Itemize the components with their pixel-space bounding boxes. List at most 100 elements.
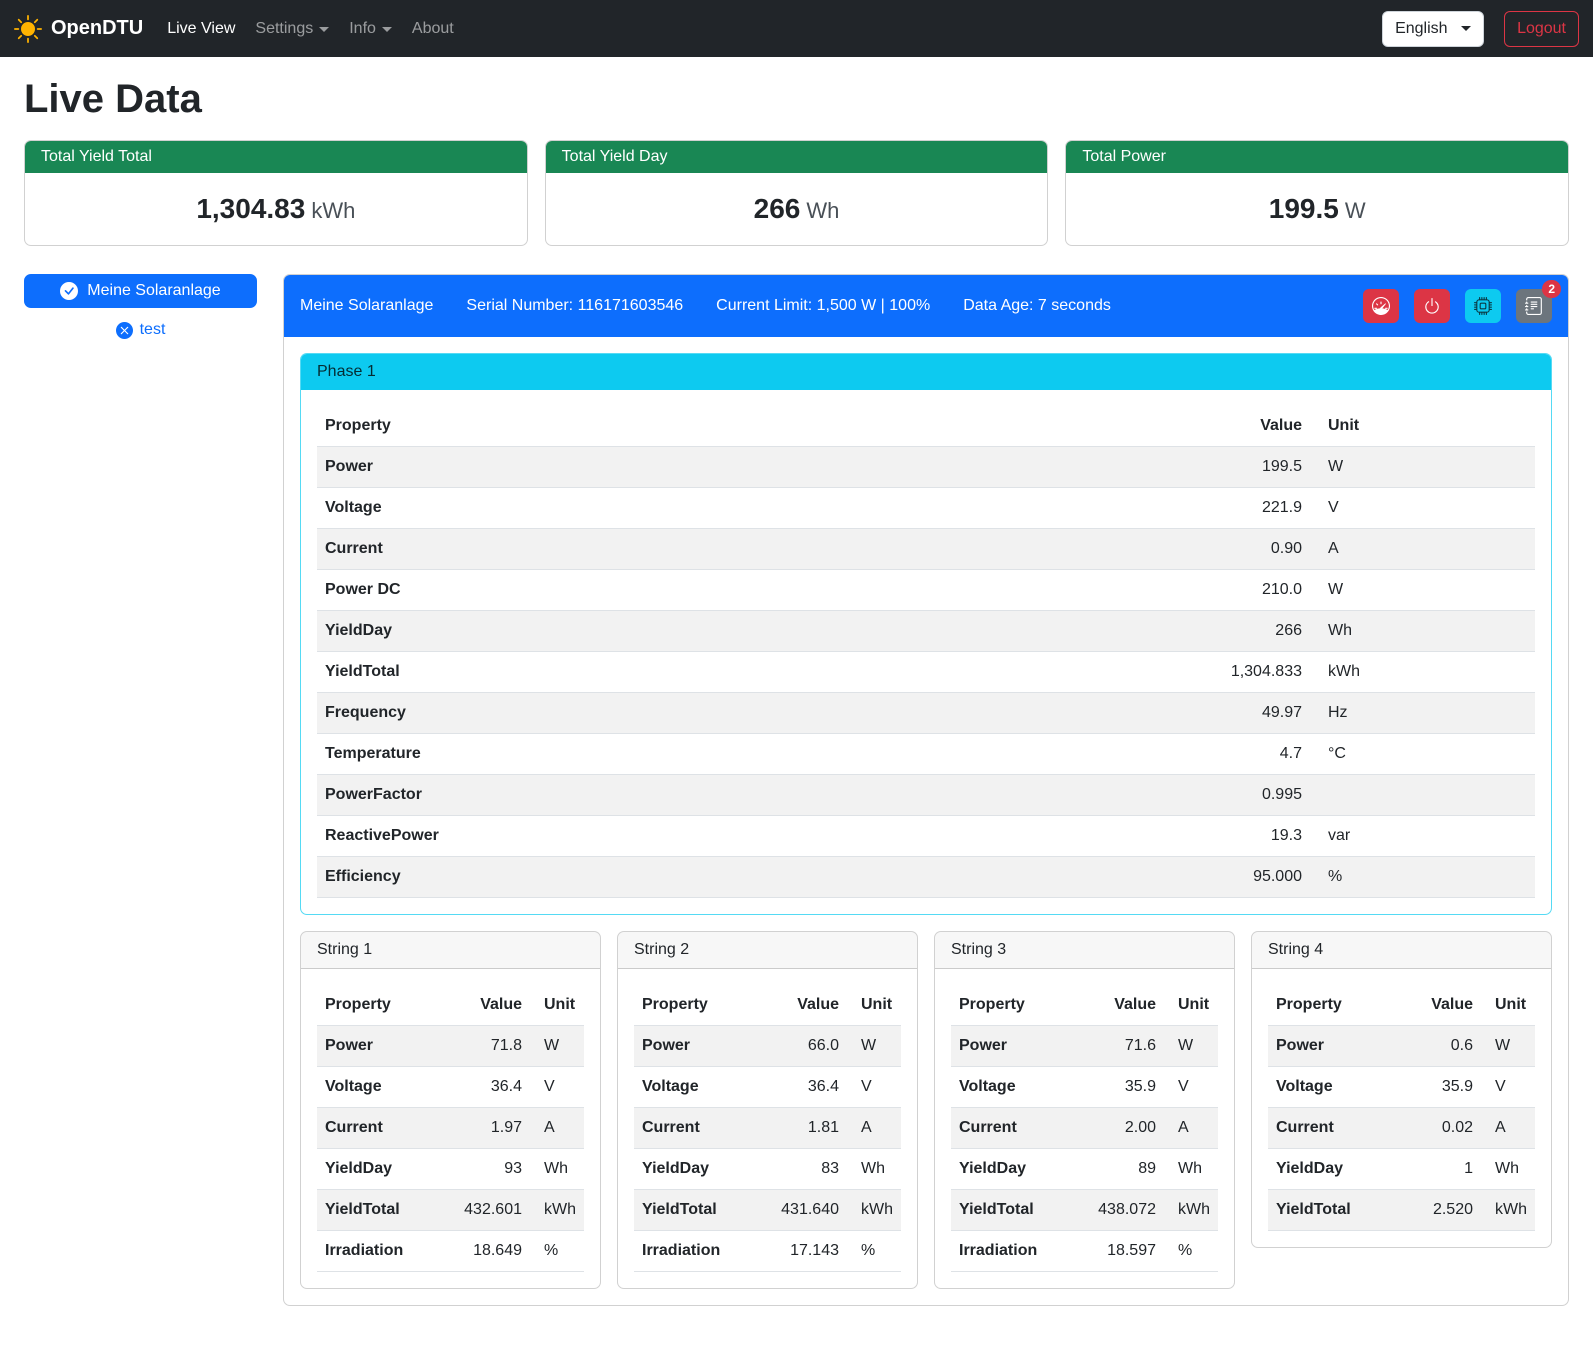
string-4-card: String 4 Property Value Unit (1251, 931, 1552, 1248)
card-value: 199.5 (1269, 193, 1339, 224)
nav-live-view[interactable]: Live View (157, 12, 245, 46)
brand-label: OpenDTU (51, 17, 143, 40)
property-value: 35.9 (1407, 1067, 1481, 1108)
property-label: Voltage (317, 488, 1180, 529)
table-row: YieldDay 266 Wh (317, 611, 1535, 652)
phase-1-card: Phase 1 Property Value Unit (300, 353, 1552, 915)
column-header-property: Property (951, 985, 1090, 1026)
card-unit: W (1345, 198, 1366, 223)
property-unit: W (1310, 570, 1535, 611)
property-unit: V (1481, 1067, 1535, 1108)
chevron-down-icon (319, 27, 329, 32)
property-unit: A (1481, 1108, 1535, 1149)
property-label: Voltage (951, 1067, 1090, 1108)
strings-row: String 1 Property Value Unit (300, 931, 1552, 1289)
event-log-button[interactable]: 2 (1516, 289, 1552, 323)
property-unit: kWh (1164, 1190, 1218, 1231)
string-title: String 2 (618, 932, 917, 969)
property-unit: W (530, 1026, 584, 1067)
nav-info[interactable]: Info (339, 12, 402, 46)
card-title: Total Power (1066, 141, 1568, 173)
property-label: YieldDay (634, 1149, 773, 1190)
device-info-button[interactable] (1465, 289, 1501, 323)
inverter-item-test[interactable]: test (24, 321, 257, 339)
property-value: 1.81 (773, 1108, 847, 1149)
column-header-value: Value (1090, 985, 1164, 1026)
string-table: Property Value Unit Power 0.6 W (1268, 985, 1535, 1231)
property-value: 66.0 (773, 1026, 847, 1067)
property-value: 432.601 (456, 1190, 530, 1231)
property-value: 19.3 (1180, 816, 1310, 857)
table-row: Temperature 4.7 °C (317, 734, 1535, 775)
card-title: Total Yield Total (25, 141, 527, 173)
property-label: Current (1268, 1108, 1407, 1149)
table-row: YieldDay 89 Wh (951, 1149, 1218, 1190)
table-row: Current 1.81 A (634, 1108, 901, 1149)
property-unit: kWh (1481, 1190, 1535, 1231)
inverter-sidebar: Meine Solaranlage test (24, 274, 257, 339)
check-circle-icon (60, 282, 78, 300)
string-3-card: String 3 Property Value Unit (934, 931, 1235, 1289)
property-value: 1.97 (456, 1108, 530, 1149)
power-settings-button[interactable] (1414, 289, 1450, 323)
property-unit: % (530, 1231, 584, 1272)
table-row: Irradiation 17.143 % (634, 1231, 901, 1272)
property-value: 71.6 (1090, 1026, 1164, 1067)
page-container: Live Data Total Yield Total 1,304.83kWh … (0, 77, 1593, 1326)
journal-icon (1525, 297, 1543, 315)
property-unit: W (847, 1026, 901, 1067)
property-label: Power (317, 1026, 456, 1067)
property-label: Power (634, 1026, 773, 1067)
logout-button[interactable]: Logout (1504, 11, 1579, 47)
table-row: Frequency 49.97 Hz (317, 693, 1535, 734)
property-value: 95.000 (1180, 857, 1310, 898)
column-header-property: Property (317, 985, 456, 1026)
table-row: PowerFactor 0.995 (317, 775, 1535, 816)
property-unit: V (847, 1067, 901, 1108)
nav-about[interactable]: About (402, 12, 464, 46)
column-header-property: Property (634, 985, 773, 1026)
property-value: 2.00 (1090, 1108, 1164, 1149)
table-row: Current 1.97 A (317, 1108, 584, 1149)
language-select[interactable]: English (1382, 11, 1484, 47)
property-value: 36.4 (456, 1067, 530, 1108)
property-label: YieldDay (1268, 1149, 1407, 1190)
limit-settings-button[interactable] (1363, 289, 1399, 323)
power-icon (1423, 297, 1441, 315)
string-2-card: String 2 Property Value Unit (617, 931, 918, 1289)
string-table: Property Value Unit Power 66.0 W (634, 985, 901, 1272)
table-row: ReactivePower 19.3 var (317, 816, 1535, 857)
property-value: 0.02 (1407, 1108, 1481, 1149)
table-row: Voltage 36.4 V (317, 1067, 584, 1108)
navbar: OpenDTU Live View Settings Info About En… (0, 0, 1593, 57)
table-row: Voltage 36.4 V (634, 1067, 901, 1108)
property-unit: var (1310, 816, 1535, 857)
property-label: YieldTotal (634, 1190, 773, 1231)
property-label: YieldTotal (317, 1190, 456, 1231)
phase-title: Phase 1 (301, 354, 1551, 390)
table-row: Power 199.5 W (317, 447, 1535, 488)
property-value: 199.5 (1180, 447, 1310, 488)
nav-settings[interactable]: Settings (245, 12, 339, 46)
property-value: 83 (773, 1149, 847, 1190)
x-circle-icon (116, 322, 133, 339)
column-header-property: Property (317, 406, 1180, 447)
table-row: Irradiation 18.649 % (317, 1231, 584, 1272)
card-value: 1,304.83 (196, 193, 305, 224)
property-value: 0.90 (1180, 529, 1310, 570)
brand[interactable]: OpenDTU (14, 15, 143, 43)
gauge-icon (1372, 297, 1390, 315)
language-selected-value: English (1395, 20, 1447, 38)
inverter-selected-button[interactable]: Meine Solaranlage (24, 274, 257, 308)
property-unit: A (530, 1108, 584, 1149)
property-unit: kWh (1310, 652, 1535, 693)
table-row: Power 66.0 W (634, 1026, 901, 1067)
property-value: 18.597 (1090, 1231, 1164, 1272)
column-header-unit: Unit (847, 985, 901, 1026)
property-unit: Wh (1481, 1149, 1535, 1190)
property-value: 2.520 (1407, 1190, 1481, 1231)
property-label: ReactivePower (317, 816, 1180, 857)
string-title: String 3 (935, 932, 1234, 969)
chevron-down-icon (382, 27, 392, 32)
table-row: Current 2.00 A (951, 1108, 1218, 1149)
